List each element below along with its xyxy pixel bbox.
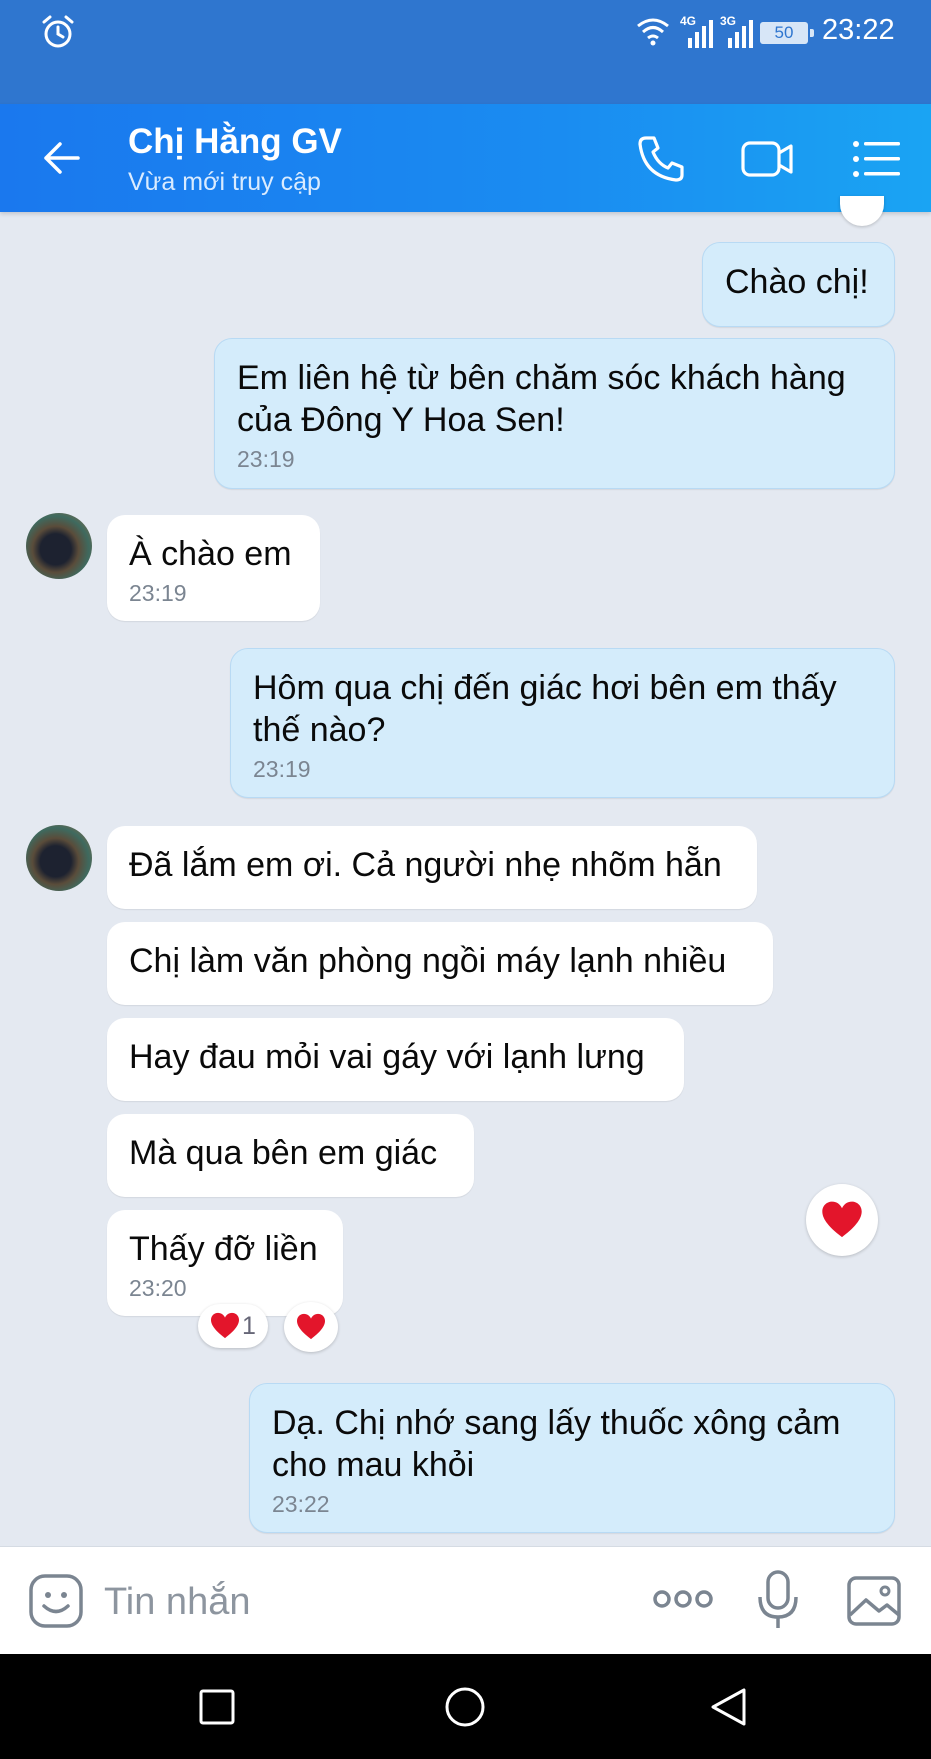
message-timestamp: 23:19 — [129, 580, 187, 606]
signal-3g: 3G — [720, 14, 754, 50]
back-nav-icon[interactable] — [708, 1686, 748, 1728]
reaction-badge-partial — [840, 196, 884, 226]
wifi-icon — [637, 18, 669, 46]
message-timestamp: 23:20 — [129, 1275, 187, 1301]
presence-status: Vừa mới truy cập — [128, 168, 321, 196]
status-bar: 4G 3G 50 23:22 — [0, 0, 931, 104]
heart-icon — [822, 1201, 862, 1238]
message-bubble-outgoing[interactable]: Em liên hệ từ bên chăm sóc khách hàng củ… — [214, 338, 895, 489]
avatar[interactable] — [26, 513, 92, 579]
message-text: Dạ. Chị nhớ sang lấy thuốc xông cảm cho … — [272, 1404, 841, 1484]
message-bubble-outgoing[interactable]: Dạ. Chị nhớ sang lấy thuốc xông cảm cho … — [249, 1383, 895, 1533]
recent-apps-icon[interactable] — [198, 1688, 236, 1726]
home-icon[interactable] — [444, 1686, 486, 1728]
video-call-icon[interactable] — [740, 132, 794, 186]
chat-header: Chị Hằng GV Vừa mới truy cập — [0, 104, 931, 212]
back-arrow-icon[interactable] — [38, 134, 86, 182]
message-input-bar: Tin nhắn — [0, 1546, 931, 1655]
message-text: Thấy đỡ liền — [129, 1230, 318, 1268]
message-text: Hôm qua chị đến giác hơi bên em thấy thế… — [253, 669, 837, 749]
signal-icon — [728, 20, 753, 48]
heart-icon — [297, 1313, 325, 1340]
more-icon[interactable] — [652, 1587, 714, 1611]
alarm-icon — [42, 15, 74, 48]
message-bubble-outgoing[interactable]: Hôm qua chị đến giác hơi bên em thấy thế… — [230, 648, 895, 798]
message-input[interactable]: Tin nhắn — [104, 1581, 250, 1624]
signal-icon — [688, 20, 713, 48]
message-bubble-incoming[interactable]: Hay đau mỏi vai gáy với lạnh lưng — [107, 1018, 684, 1101]
system-nav-bar — [0, 1654, 931, 1759]
avatar[interactable] — [26, 825, 92, 891]
battery-indicator: 50 — [760, 22, 814, 44]
message-text: Chị làm văn phòng ngồi máy lạnh nhiều — [129, 942, 727, 980]
message-text: Chào chị! — [725, 263, 869, 301]
message-bubble-incoming[interactable]: Chị làm văn phòng ngồi máy lạnh nhiều — [107, 922, 773, 1005]
phone-icon[interactable] — [634, 132, 688, 186]
message-timestamp: 23:22 — [272, 1491, 330, 1517]
message-text: À chào em — [129, 535, 292, 573]
signal-4g: 4G — [680, 14, 714, 50]
message-bubble-outgoing[interactable]: Chào chị! — [702, 242, 895, 327]
message-text: Mà qua bên em giác — [129, 1134, 438, 1172]
menu-icon[interactable] — [850, 132, 904, 186]
reaction-count-badge[interactable]: 1 — [198, 1304, 268, 1348]
message-bubble-incoming[interactable]: Mà qua bên em giác — [107, 1114, 474, 1197]
contact-name[interactable]: Chị Hằng GV — [128, 122, 342, 162]
message-text: Đã lắm em ơi. Cả người nhẹ nhõm hẵn — [129, 846, 722, 884]
message-bubble-incoming[interactable]: À chào em 23:19 — [107, 515, 320, 621]
message-timestamp: 23:19 — [253, 756, 311, 782]
message-text: Hay đau mỏi vai gáy với lạnh lưng — [129, 1038, 645, 1076]
add-reaction-button[interactable] — [284, 1302, 338, 1352]
image-icon[interactable] — [846, 1575, 902, 1627]
quick-heart-button[interactable] — [806, 1184, 878, 1256]
heart-icon — [211, 1312, 240, 1339]
message-bubble-incoming[interactable]: Thấy đỡ liền 23:20 — [107, 1210, 343, 1316]
microphone-icon[interactable] — [756, 1569, 800, 1631]
clock: 23:22 — [822, 14, 895, 46]
message-bubble-incoming[interactable]: Đã lắm em ơi. Cả người nhẹ nhõm hẵn — [107, 826, 757, 909]
message-text: Em liên hệ từ bên chăm sóc khách hàng củ… — [237, 359, 846, 439]
sticker-icon[interactable] — [28, 1573, 84, 1629]
reaction-count: 1 — [242, 1311, 256, 1340]
message-timestamp: 23:19 — [237, 446, 295, 472]
